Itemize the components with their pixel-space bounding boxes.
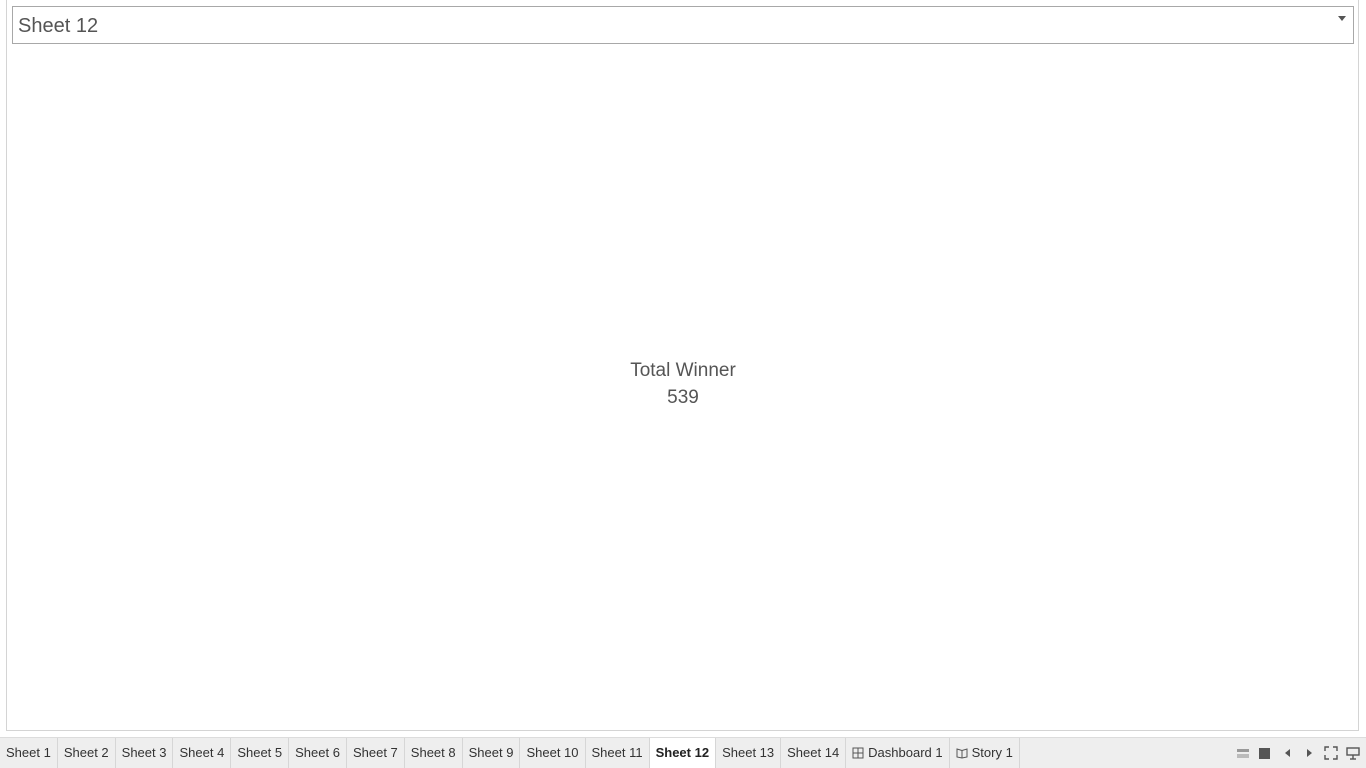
- tab-label: Sheet 13: [722, 745, 775, 760]
- show-tabs-icon[interactable]: [1258, 746, 1272, 760]
- tab-label: Sheet 6: [295, 745, 340, 760]
- sheet-title-box[interactable]: Sheet 12: [12, 6, 1354, 44]
- tab-sheet-4[interactable]: Sheet 4: [173, 738, 232, 768]
- sheet-tab-bar: Sheet 1 Sheet 2 Sheet 3 Sheet 4 Sheet 5 Sheet…: [0, 737, 1366, 768]
- previous-sheet-icon[interactable]: [1281, 746, 1295, 760]
- tab-sheet-8[interactable]: Sheet 8: [405, 738, 463, 768]
- tab-sheet-3[interactable]: Sheet 3: [116, 738, 174, 768]
- fullscreen-icon[interactable]: [1324, 746, 1338, 760]
- next-sheet-icon[interactable]: [1302, 746, 1316, 760]
- sheet-title: Sheet 12: [18, 15, 99, 37]
- tab-label: Sheet 4: [179, 745, 225, 760]
- tab-label: Sheet 1: [6, 745, 51, 760]
- tab-sheet-13[interactable]: Sheet 13: [716, 738, 782, 768]
- tab-label: Sheet 11: [591, 745, 643, 760]
- show-filmstrip-icon[interactable]: [1236, 746, 1250, 760]
- tab-sheet-11[interactable]: Sheet 11: [586, 738, 650, 768]
- tab-sheet-5[interactable]: Sheet 5: [231, 738, 290, 768]
- tab-sheet-9[interactable]: Sheet 9: [463, 738, 521, 768]
- tab-label: Sheet 5: [237, 745, 283, 760]
- tab-label: Sheet 14: [787, 745, 840, 760]
- story-icon: [956, 748, 968, 759]
- tab-sheet-1[interactable]: Sheet 1: [0, 738, 58, 768]
- tab-sheet-2[interactable]: Sheet 2: [58, 738, 116, 768]
- tab-label: Sheet 10: [526, 745, 579, 760]
- tab-label: Story 1: [971, 745, 1013, 760]
- tab-label: Sheet 8: [410, 745, 456, 760]
- tab-sheet-6[interactable]: Sheet 6: [289, 738, 347, 768]
- tab-sheet-12[interactable]: Sheet 12: [649, 738, 717, 768]
- tab-sheet-7[interactable]: Sheet 7: [347, 738, 405, 768]
- kpi-value: 539: [667, 387, 699, 408]
- tab-label: Dashboard 1: [868, 745, 943, 760]
- tab-sheet-10[interactable]: Sheet 10: [520, 738, 586, 768]
- dashboard-icon: [852, 747, 864, 759]
- tab-story-1[interactable]: Story 1: [950, 738, 1020, 768]
- tab-label: Sheet 9: [468, 745, 514, 760]
- presentation-mode-icon[interactable]: [1346, 746, 1360, 760]
- kpi-label: Total Winner: [630, 360, 736, 381]
- tab-dashboard-1[interactable]: Dashboard 1: [846, 738, 950, 768]
- tab-sheet-14[interactable]: Sheet 14: [781, 738, 847, 768]
- tab-label: Sheet 2: [63, 745, 109, 760]
- sheet-tabs: Sheet 1 Sheet 2 Sheet 3 Sheet 4 Sheet 5 Sheet…: [0, 738, 1020, 768]
- tab-label: Sheet 7: [352, 745, 398, 760]
- tab-label: Sheet 3: [121, 745, 167, 760]
- tab-label: Sheet 12: [655, 745, 710, 760]
- title-dropdown-icon[interactable]: [1338, 16, 1346, 21]
